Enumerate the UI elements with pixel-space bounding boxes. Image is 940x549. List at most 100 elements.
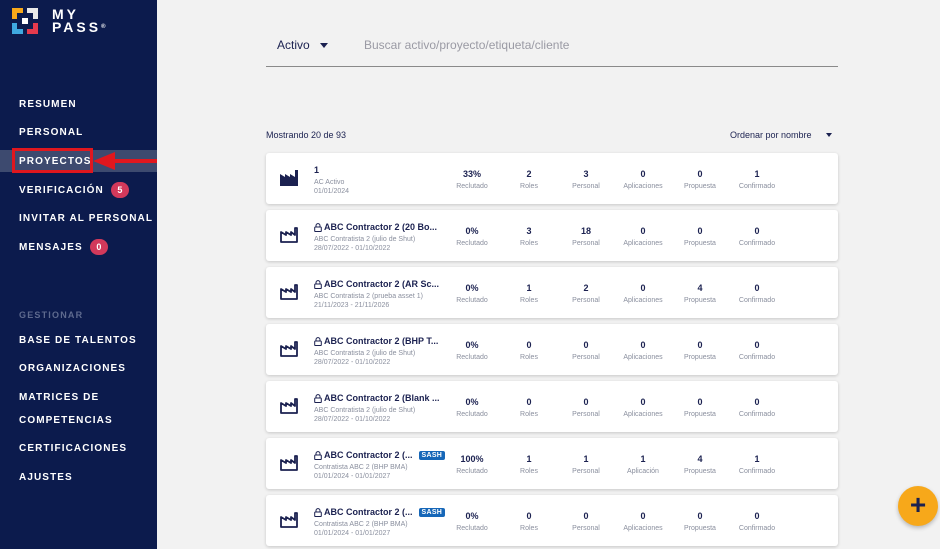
project-card[interactable]: ABC Contractor 2 (... SASH Contratista ABC… [266, 438, 838, 489]
sidebar-item-verificacion[interactable]: VERIFICACIÓN 5 [19, 182, 129, 198]
project-stat: 0 Aplicaciones [613, 226, 673, 247]
sidebar-item-label: BASE DE TALENTOS [19, 335, 137, 346]
section-label-gestionar: GESTIONAR [19, 310, 84, 320]
project-stat: 0 Personal [556, 397, 616, 418]
stat-value: 0 [640, 340, 646, 350]
brand-name: MY PASS® [52, 7, 106, 34]
search-input[interactable] [364, 35, 824, 55]
stat-value: 1 [526, 283, 532, 293]
project-stat: 1 Personal [556, 454, 616, 475]
stat-value: 0 [583, 397, 589, 407]
stat-label: Roles [520, 525, 538, 532]
stat-value: 0 [640, 169, 646, 179]
logo[interactable]: MY PASS® [12, 7, 106, 34]
lock-icon [314, 393, 322, 403]
lock-icon [314, 279, 322, 289]
sidebar-item-invitar[interactable]: INVITAR AL PERSONAL [19, 213, 153, 224]
project-card[interactable]: 1 AC Activo 01/01/2024 33% Reclutado 2 Roles 3 P… [266, 153, 838, 204]
project-card[interactable]: ABC Contractor 2 (20 Bo... ABC Contratist… [266, 210, 838, 261]
project-stat: 0 Aplicaciones [613, 169, 673, 190]
project-stat: 1 Aplicación [613, 454, 673, 475]
stat-value: 0 [526, 397, 532, 407]
project-stat: 0 Roles [499, 397, 559, 418]
stat-value: 0% [465, 283, 479, 293]
stat-value: 1 [526, 454, 532, 464]
project-card[interactable]: ABC Contractor 2 (BHP T... ABC Contratist… [266, 324, 838, 375]
stat-value: 0 [697, 340, 703, 350]
stat-label: Confirmado [738, 525, 776, 532]
project-card[interactable]: ABC Contractor 2 (... SASH Contratista ABC… [266, 495, 838, 546]
sidebar-item-personal[interactable]: PERSONAL [19, 127, 83, 138]
sidebar-item-certificaciones[interactable]: CERTIFICACIONES [19, 443, 127, 454]
factory-outline-icon [280, 341, 298, 357]
project-title[interactable]: ABC Contractor 2 (... SASH [314, 450, 446, 460]
stat-value: 1 [640, 454, 646, 464]
project-stat: 2 Personal [556, 283, 616, 304]
stat-value: 0 [640, 283, 646, 293]
lock-icon [314, 222, 322, 232]
annotation-arrow-icon [93, 152, 157, 170]
stat-label: Reclutado [456, 183, 488, 190]
sidebar-item-base-de-talentos[interactable]: BASE DE TALENTOS [19, 335, 137, 346]
project-title[interactable]: ABC Contractor 2 (20 Bo... [314, 222, 437, 232]
sidebar-item-label: RESUMEN [19, 99, 77, 110]
sidebar-item-label: AJUSTES [19, 472, 73, 483]
stat-value: 3 [583, 169, 589, 179]
stat-value: 18 [580, 226, 591, 236]
stat-value: 0 [583, 511, 589, 521]
plus-icon: + [909, 489, 927, 520]
stat-label: Confirmado [738, 183, 776, 190]
sort-dropdown[interactable]: Ordenar por nombre [730, 130, 832, 140]
stat-value: 3 [526, 226, 532, 236]
project-stat: 0% Reclutado [442, 226, 502, 247]
sidebar-item-organizaciones[interactable]: ORGANIZACIONES [19, 363, 126, 374]
sidebar-item-label: ORGANIZACIONES [19, 363, 127, 374]
project-title[interactable]: ABC Contractor 2 (AR Sc... [314, 279, 439, 289]
project-title[interactable]: ABC Contractor 2 (BHP T... [314, 336, 438, 346]
sidebar-item-matrices-de[interactable]: MATRICES DE [19, 392, 99, 403]
add-project-button[interactable]: + [898, 486, 938, 526]
stat-value: 0 [697, 226, 703, 236]
stat-label: Roles [520, 411, 538, 418]
sidebar-item-competencias[interactable]: COMPETENCIAS [19, 415, 113, 426]
stat-label: Propuesta [684, 183, 716, 190]
stat-label: Personal [572, 183, 600, 190]
sidebar-item-mensajes[interactable]: MENSAJES 0 [19, 239, 108, 255]
stat-label: Aplicación [627, 468, 659, 475]
project-stat: 0 Confirmado [727, 226, 787, 247]
stat-label: Confirmado [738, 297, 776, 304]
project-stat: 4 Propuesta [670, 454, 730, 475]
project-card[interactable]: ABC Contractor 2 (Blank ... ABC Contratis… [266, 381, 838, 432]
status-dropdown[interactable]: Activo [277, 38, 328, 52]
lock-icon [314, 336, 322, 346]
project-title[interactable]: 1 [314, 165, 319, 175]
stat-value: 0 [697, 397, 703, 407]
project-title[interactable]: ABC Contractor 2 (... SASH [314, 507, 446, 517]
project-client: ABC Contratista 2 (julio de Shut) [314, 407, 416, 414]
stat-label: Propuesta [684, 240, 716, 247]
project-stat: 0 Confirmado [727, 283, 787, 304]
stat-label: Reclutado [456, 354, 488, 361]
chevron-down-icon [825, 133, 832, 137]
stat-label: Reclutado [456, 240, 488, 247]
stat-label: Reclutado [456, 411, 488, 418]
project-dates: 01/01/2024 - 01/01/2027 [314, 530, 391, 537]
stat-label: Propuesta [684, 354, 716, 361]
stat-label: Propuesta [684, 297, 716, 304]
project-stat: 0% Reclutado [442, 397, 502, 418]
stat-value: 0 [754, 283, 760, 293]
sidebar-item-ajustes[interactable]: AJUSTES [19, 472, 73, 483]
stat-value: 0 [526, 511, 532, 521]
factory-outline-icon [280, 227, 298, 243]
project-stat: 0 Confirmado [727, 511, 787, 532]
sidebar-item-resumen[interactable]: RESUMEN [19, 99, 77, 110]
stat-label: Roles [520, 354, 538, 361]
stat-value: 0 [640, 511, 646, 521]
sidebar-item-label: INVITAR AL PERSONAL [19, 213, 154, 224]
project-card[interactable]: ABC Contractor 2 (AR Sc... ABC Contratist… [266, 267, 838, 318]
stat-value: 1 [583, 454, 589, 464]
project-stat: 0 Personal [556, 511, 616, 532]
stat-value: 1 [754, 454, 760, 464]
project-title-text: ABC Contractor 2 (BHP T... [324, 336, 439, 346]
project-title[interactable]: ABC Contractor 2 (Blank ... [314, 393, 440, 403]
